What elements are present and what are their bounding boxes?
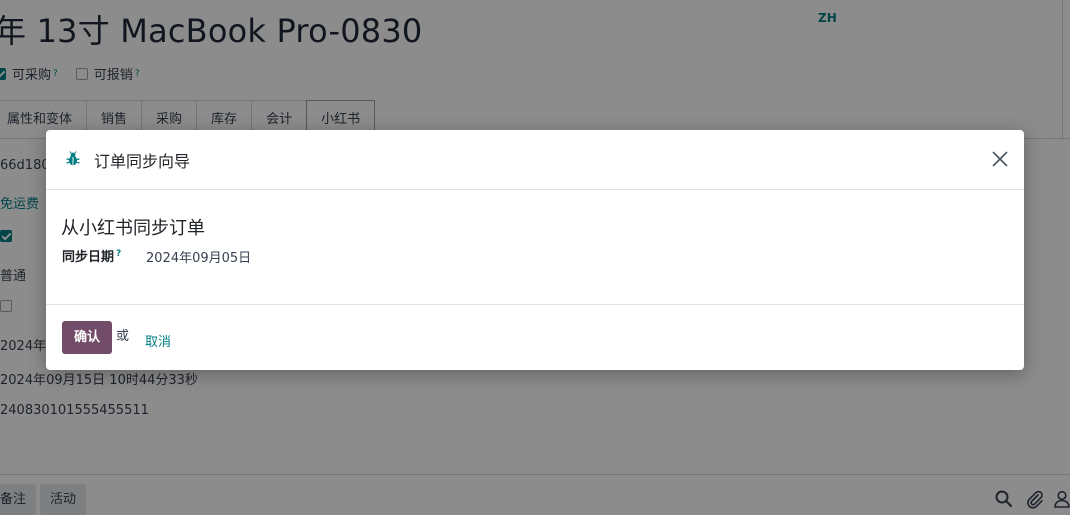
dialog-heading: 从小红书同步订单 <box>61 218 205 239</box>
help-icon[interactable]: ? <box>116 249 121 259</box>
sync-date-label: 同步日期? <box>62 246 121 265</box>
confirm-button[interactable]: 确认 <box>62 321 112 354</box>
cancel-button[interactable]: 取消 <box>145 331 171 350</box>
page: 年 13寸 MacBook Pro-0830 ZH 可采购 ? 可报销 ? 属性… <box>0 0 1070 515</box>
close-icon[interactable] <box>990 149 1010 169</box>
dialog-header: 订单同步向导 <box>46 130 1024 190</box>
dialog-title: 订单同步向导 <box>94 152 191 171</box>
dialog-body: 从小红书同步订单 同步日期? 2024年09月05日 <box>46 190 1024 304</box>
or-text: 或 <box>116 329 130 344</box>
bug-icon <box>66 151 80 166</box>
sync-wizard-dialog: 订单同步向导 从小红书同步订单 同步日期? 2024年09月05日 确认 或 取… <box>46 130 1024 370</box>
sync-date-label-text: 同步日期 <box>62 250 115 265</box>
dialog-footer: 确认 或 取消 <box>46 304 1024 371</box>
sync-date-field[interactable]: 2024年09月05日 <box>146 247 251 266</box>
